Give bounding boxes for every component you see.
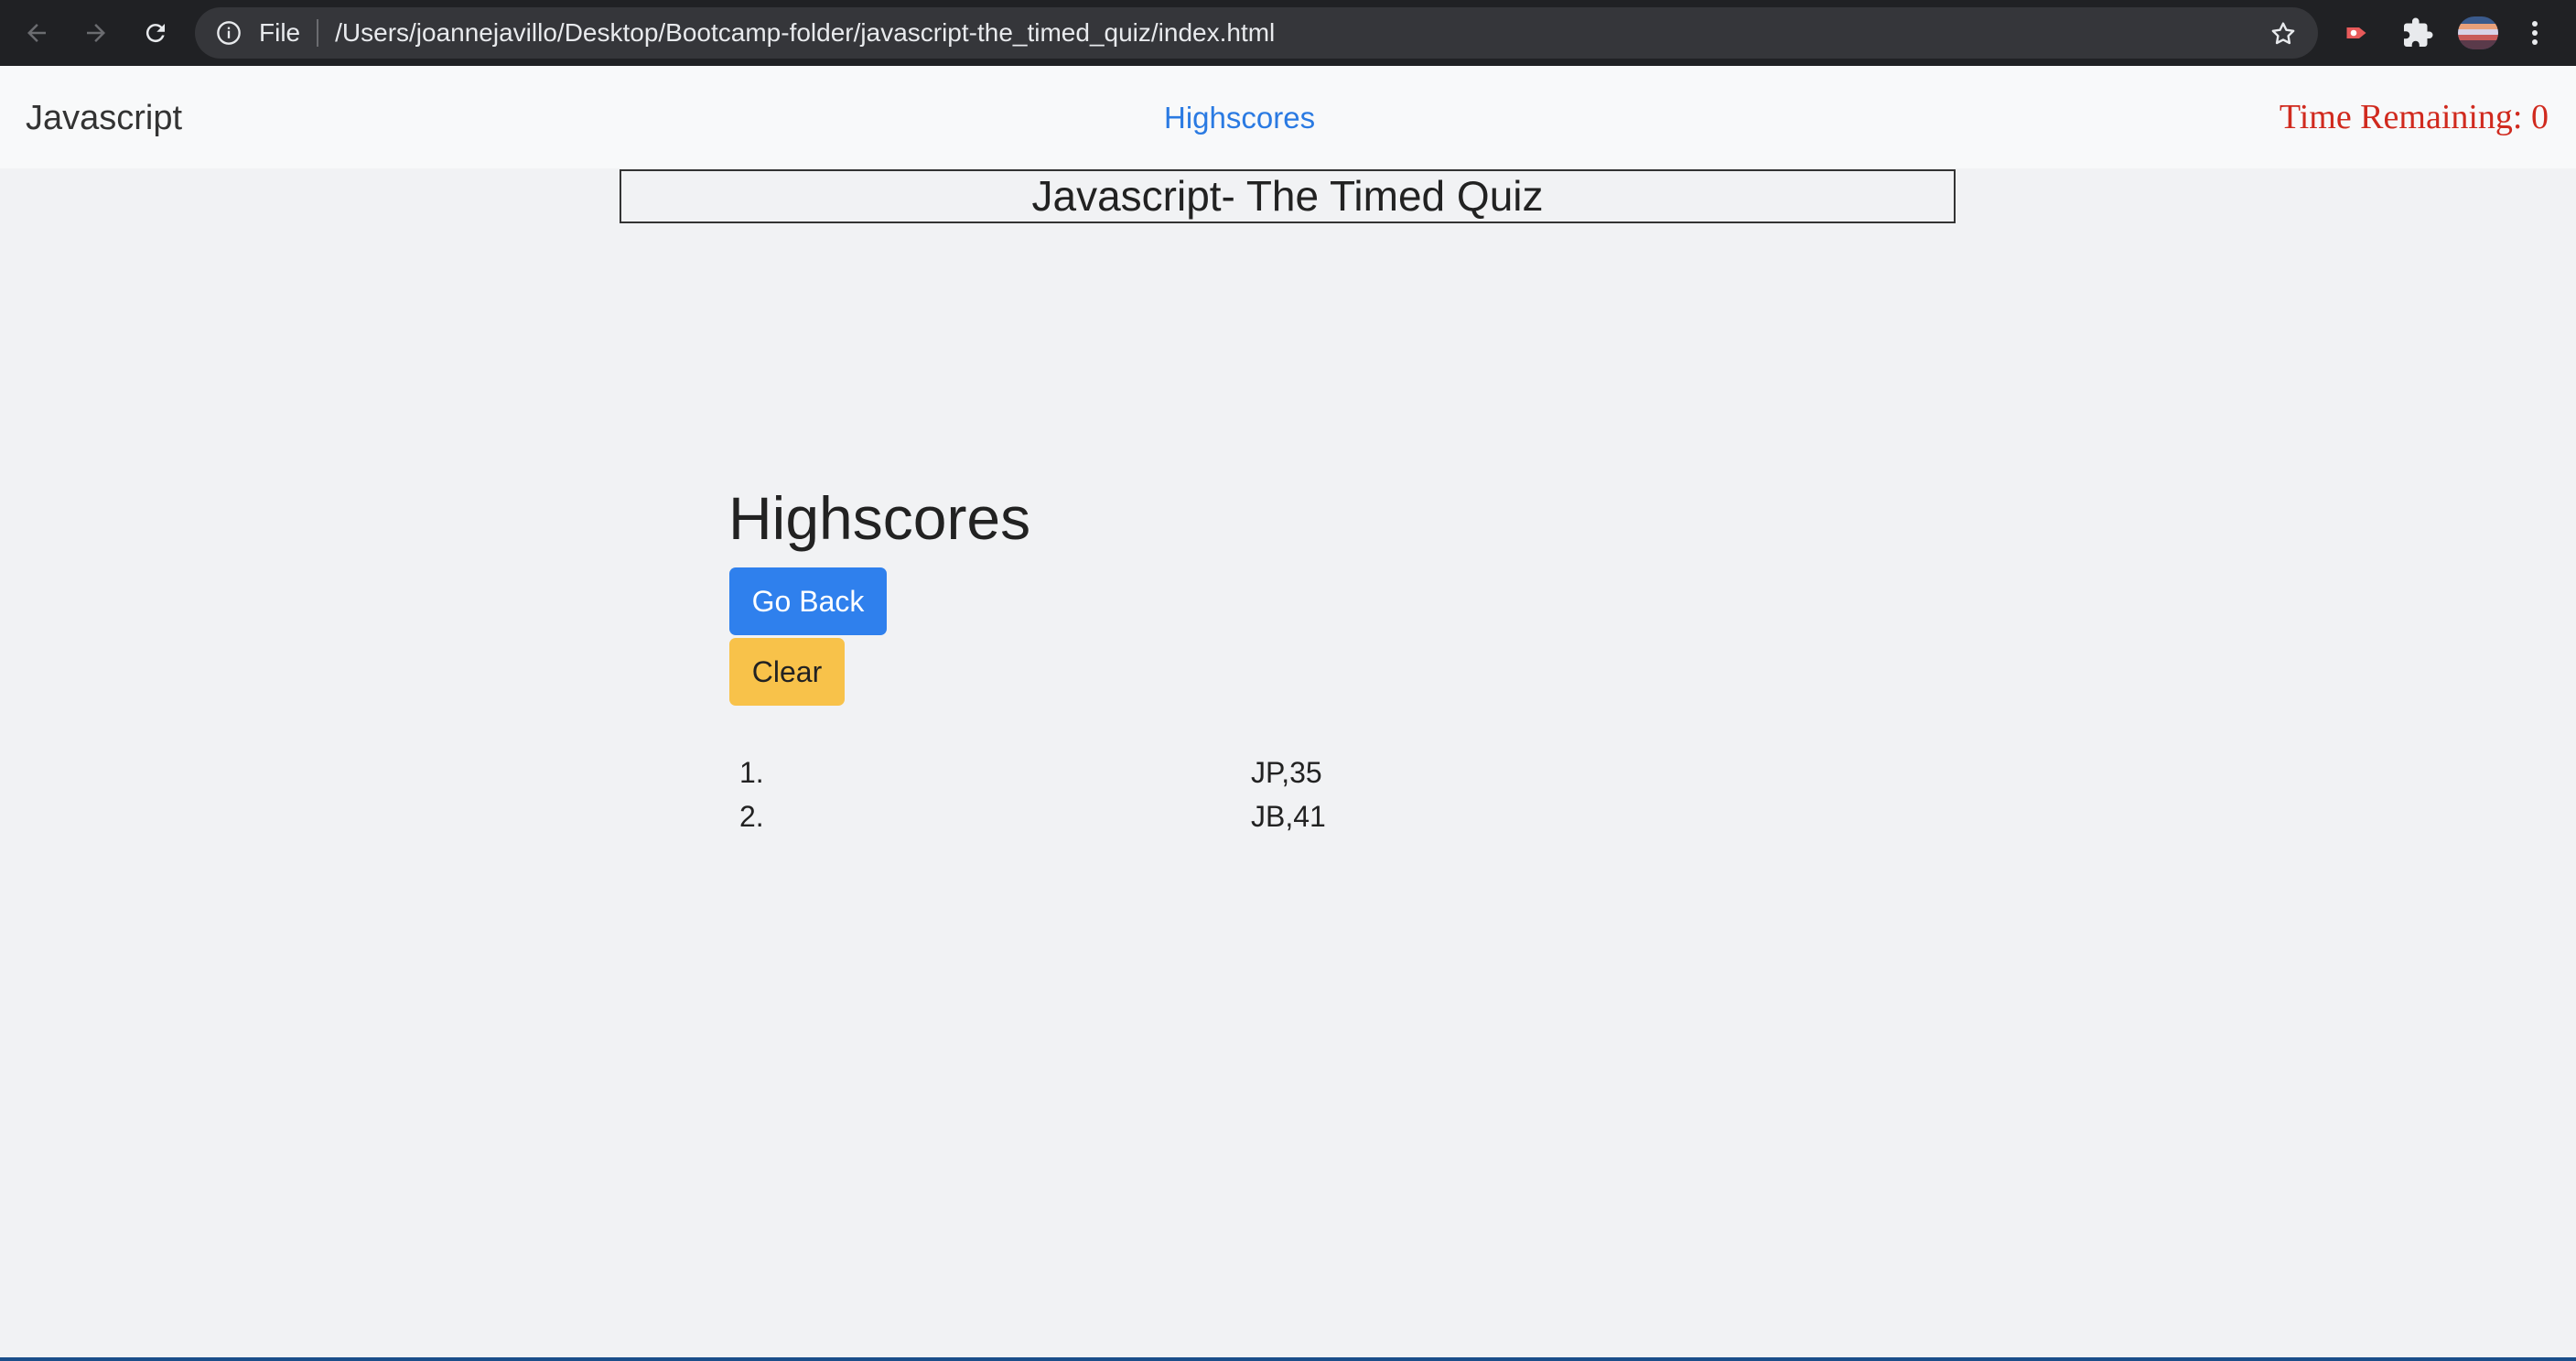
- url-text[interactable]: /Users/joannejavillo/Desktop/Bootcamp-fo…: [335, 18, 1275, 48]
- info-icon[interactable]: [215, 19, 243, 47]
- puzzle-icon[interactable]: [2401, 16, 2434, 49]
- browser-toolbar: File /Users/joannejavillo/Desktop/Bootca…: [0, 0, 2576, 66]
- reload-icon[interactable]: [134, 11, 178, 55]
- back-arrow-icon[interactable]: [15, 11, 59, 55]
- go-back-button[interactable]: Go Back: [729, 567, 887, 635]
- star-icon[interactable]: [2269, 19, 2298, 49]
- score-value: JP,35: [1251, 756, 1322, 789]
- score-value: JB,41: [1251, 800, 1326, 833]
- omnibox-separator: [317, 19, 319, 47]
- menu-icon[interactable]: [2524, 16, 2546, 49]
- highscores-heading: Highscores: [728, 484, 1031, 552]
- highscores-link[interactable]: Highscores: [1164, 101, 1315, 135]
- score-rank: 2.: [739, 800, 764, 833]
- forward-arrow-icon[interactable]: [74, 11, 118, 55]
- page-title: Javascript- The Timed Quiz: [620, 169, 1956, 223]
- extension-icon[interactable]: [2343, 16, 2376, 49]
- bottom-border: [0, 1357, 2576, 1361]
- score-rank: 1.: [739, 756, 764, 789]
- address-bar[interactable]: File /Users/joannejavillo/Desktop/Bootca…: [195, 7, 2318, 59]
- clear-button[interactable]: Clear: [729, 638, 845, 706]
- list-item: 2. JB,41: [739, 800, 1380, 840]
- navbar-brand[interactable]: Javascript: [26, 99, 182, 138]
- profile-avatar[interactable]: [2458, 16, 2498, 49]
- list-item: 1. JP,35: [739, 756, 1380, 796]
- page-navbar: Javascript Highscores Time Remaining: 0: [0, 66, 2576, 168]
- url-scheme-label: File: [259, 18, 301, 47]
- time-remaining: Time Remaining: 0: [2279, 98, 2549, 136]
